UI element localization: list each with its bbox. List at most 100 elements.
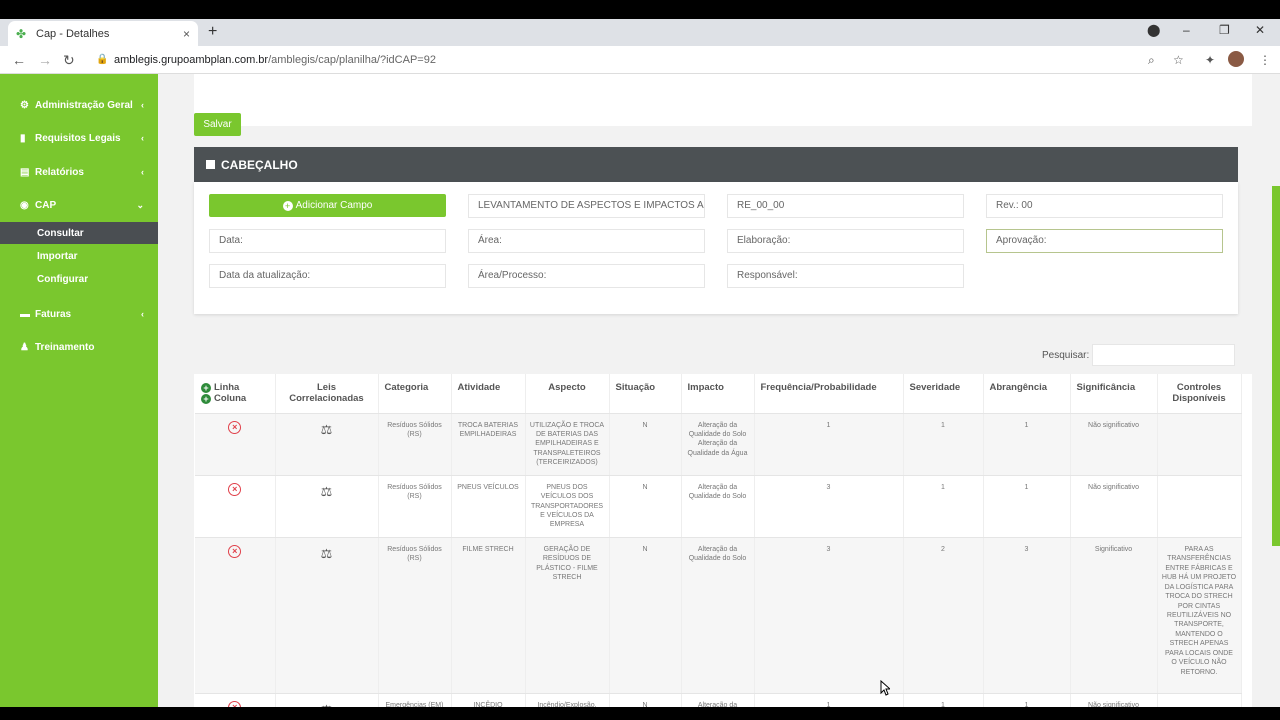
header-situacao[interactable]: Situação [609,374,682,414]
atividade-cell: PNEUS VEÍCULOS [451,475,526,538]
sidebar-item-faturas[interactable]: ▬ Faturas ‹ [0,303,158,325]
header-significancia[interactable]: Significância [1070,374,1158,414]
table-card: + Linha + Coluna Leis Correlacionadas Cate… [194,374,1252,707]
header-controles[interactable]: Controles Disponíveis [1157,374,1242,414]
table-row: × ⚖ Resíduos Sólidos (RS) FILME STRECH G… [195,537,1242,694]
chevron-left-icon: ‹ [141,167,144,177]
leis-cell: ⚖ [275,537,379,694]
aspecto-cell: GERAÇÃO DE RESÍDUOS DE PLÁSTICO - FILME … [525,537,610,694]
area-field[interactable]: Área: [468,229,705,253]
scale-icon[interactable]: ⚖ [321,702,333,707]
sidebar-item-requisitos[interactable]: ▮ Requisitos Legais ‹ [0,127,158,149]
delete-row-cell: × [195,475,276,538]
elaboracao-field[interactable]: Elaboração: [727,229,964,253]
scale-icon[interactable]: ⚖ [321,484,333,499]
reload-icon[interactable]: ↻ [63,52,75,69]
revisao-field[interactable]: Rev.: 00 [986,194,1223,218]
add-coluna-button[interactable]: + Coluna [201,393,269,404]
browser-menu-icon[interactable]: ⋮ [1259,53,1271,67]
sidebar: ⚙ Administração Geral ‹ ▮ Requisitos Leg… [0,74,158,707]
search-input[interactable] [1092,344,1235,366]
sidebar-item-treinamento[interactable]: ♟ Treinamento [0,336,158,358]
browser-tab[interactable]: ✤ Cap - Detalhes × [8,21,198,46]
profile-menu-icon[interactable]: ⬤ [1147,23,1160,37]
plus-circle-icon: + [282,200,293,211]
abrangencia-cell: 3 [983,537,1071,694]
data-field[interactable]: Data: [209,229,446,253]
plus-circle-icon: + [201,394,211,404]
header-severidade[interactable]: Severidade [903,374,984,414]
sidebar-subitem-consultar[interactable]: Consultar [0,222,158,244]
tab-close-icon[interactable]: × [183,27,190,41]
data-atualizacao-field[interactable]: Data da atualização: [209,264,446,288]
delete-row-cell: × [195,693,276,707]
significancia-cell: Não significativo [1070,475,1158,538]
sidebar-item-label: Administração Geral [35,99,133,111]
url-field[interactable]: amblegis.grupoambplan.com.br/amblegis/ca… [94,50,1204,70]
significancia-cell: Significativo [1070,537,1158,694]
aprovacao-field[interactable]: Aprovação: [986,229,1223,253]
header-atividade[interactable]: Atividade [451,374,526,414]
significancia-cell: Não significativo [1070,413,1158,476]
situacao-cell: N [609,475,682,538]
add-linha-button[interactable]: + Linha [201,382,269,393]
titulo-field[interactable]: LEVANTAMENTO DE ASPECTOS E IMPACTOS AMBI… [468,194,705,218]
chevron-left-icon: ‹ [141,133,144,143]
situacao-cell: N [609,537,682,694]
save-button[interactable]: Salvar [194,113,241,136]
minimize-button[interactable]: – [1183,23,1190,37]
sidebar-subitem-importar[interactable]: Importar [0,245,158,267]
delete-row-cell: × [195,537,276,694]
sidebar-subitem-configurar[interactable]: Configurar [0,268,158,290]
zoom-icon[interactable]: ⌕ [1148,53,1155,68]
sidebar-item-label: Faturas [35,308,72,320]
header-categoria[interactable]: Categoria [378,374,452,414]
delete-circle-icon[interactable]: × [228,482,242,496]
mouse-cursor-icon [880,680,890,696]
table-row: × ⚖ Resíduos Sólidos (RS) TROCA BATERIAS… [195,413,1242,476]
area-processo-field[interactable]: Área/Processo: [468,264,705,288]
profile-avatar[interactable] [1228,51,1244,67]
document-icon [206,160,215,169]
codigo-field[interactable]: RE_00_00 [727,194,964,218]
add-field-button[interactable]: + Adicionar Campo [209,194,446,217]
close-window-button[interactable]: ✕ [1255,23,1265,37]
controles-cell [1157,475,1242,538]
atividade-cell: TROCA BATERIAS EMPILHADEIRAS [451,413,526,476]
severidade-cell: 1 [903,693,984,707]
categoria-cell: Emergências (EM) [378,693,452,707]
sidebar-item-cap[interactable]: ◉ CAP ⌄ [0,194,158,216]
frequencia-cell: 3 [754,475,904,538]
header-linha-coluna: + Linha + Coluna [195,374,276,414]
header-impacto[interactable]: Impacto [681,374,755,414]
responsavel-field[interactable]: Responsável: [727,264,964,288]
abrangencia-cell: 1 [983,693,1071,707]
add-field-label: Adicionar Campo [295,200,373,211]
header-abrangencia[interactable]: Abrangência [983,374,1071,414]
delete-circle-icon[interactable]: × [228,544,242,558]
scale-icon[interactable]: ⚖ [321,422,333,437]
new-tab-button[interactable]: + [208,23,217,41]
bookmark-star-icon[interactable]: ☆ [1173,53,1184,67]
forward-arrow-icon[interactable]: → [38,52,52,68]
maximize-button[interactable]: ❐ [1219,23,1230,37]
header-aspecto[interactable]: Aspecto [525,374,610,414]
extensions-icon[interactable]: ✦ [1205,53,1215,67]
categoria-cell: Resíduos Sólidos (RS) [378,537,452,694]
aspecto-cell: Incêndio/Explosão, vazamento ou derramam… [525,693,610,707]
situacao-cell: N [609,413,682,476]
sidebar-item-relatorios[interactable]: ▤ Relatórios ‹ [0,161,158,183]
sidebar-item-administracao[interactable]: ⚙ Administração Geral ‹ [0,94,158,116]
cap-icon: ◉ [20,199,29,211]
sidebar-item-label: Requisitos Legais [35,132,121,144]
back-arrow-icon[interactable]: ← [12,52,26,68]
delete-circle-icon[interactable]: × [228,700,242,707]
header-leis[interactable]: Leis Correlacionadas [275,374,379,414]
situacao-cell: N [609,693,682,707]
header-frequencia[interactable]: Frequência/Probabilidade [754,374,904,414]
delete-circle-icon[interactable]: × [228,420,242,434]
scale-icon[interactable]: ⚖ [321,546,333,561]
impacto-cell: Alteração da Qualidade do Ar, água e sol… [681,693,755,707]
page-scrollbar-thumb[interactable] [1272,186,1280,546]
cabecalho-card: + Adicionar Campo LEVANTAMENTO DE ASPECT… [194,182,1238,314]
